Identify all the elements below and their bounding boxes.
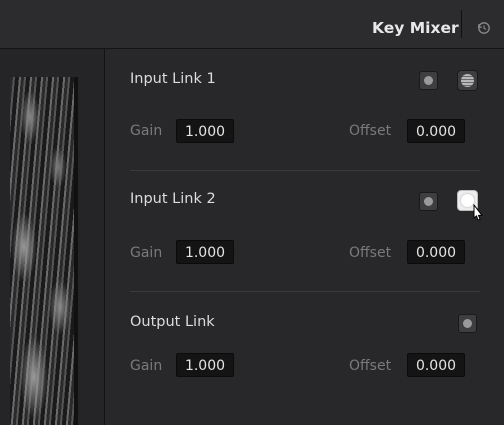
offset-label: Offset xyxy=(349,245,392,261)
enable-toggle[interactable] xyxy=(458,314,477,333)
panel-header: Key Mixer xyxy=(0,0,504,49)
input-link-2-section: Input Link 2 Gain 1.000 Offset 0.000 xyxy=(105,171,504,291)
section-title: Output Link xyxy=(130,314,215,330)
invert-button[interactable] xyxy=(457,70,478,91)
offset-field[interactable]: 0.000 xyxy=(407,353,465,377)
gain-label: Gain xyxy=(130,123,163,139)
offset-label: Offset xyxy=(349,358,392,374)
enable-toggle[interactable] xyxy=(419,192,438,211)
gain-label: Gain xyxy=(130,358,163,374)
offset-field[interactable]: 0.000 xyxy=(407,119,465,143)
mouse-cursor-icon xyxy=(473,204,484,221)
section-title: Input Link 1 xyxy=(130,71,216,87)
input-link-1-section: Input Link 1 Gain 1.000 Offset 0.000 xyxy=(105,49,504,171)
output-link-section: Output Link Gain 1.000 Offset 0.000 xyxy=(105,292,504,425)
invert-knob-icon xyxy=(461,74,474,87)
gain-label: Gain xyxy=(130,245,163,261)
gain-field[interactable]: 1.000 xyxy=(176,353,234,377)
enable-toggle[interactable] xyxy=(419,71,438,90)
header-divider xyxy=(461,10,462,38)
section-title: Input Link 2 xyxy=(130,191,216,207)
key-preview-image xyxy=(10,77,74,425)
viewer-frame-edge xyxy=(74,77,78,425)
reset-icon[interactable] xyxy=(477,21,491,35)
offset-label: Offset xyxy=(349,123,392,139)
gain-field[interactable]: 1.000 xyxy=(176,240,234,264)
gain-field[interactable]: 1.000 xyxy=(176,119,234,143)
offset-field[interactable]: 0.000 xyxy=(407,240,465,264)
key-mixer-panel: Input Link 1 Gain 1.000 Offset 0.000 Inp… xyxy=(105,49,504,425)
panel-title: Key Mixer xyxy=(372,19,459,37)
